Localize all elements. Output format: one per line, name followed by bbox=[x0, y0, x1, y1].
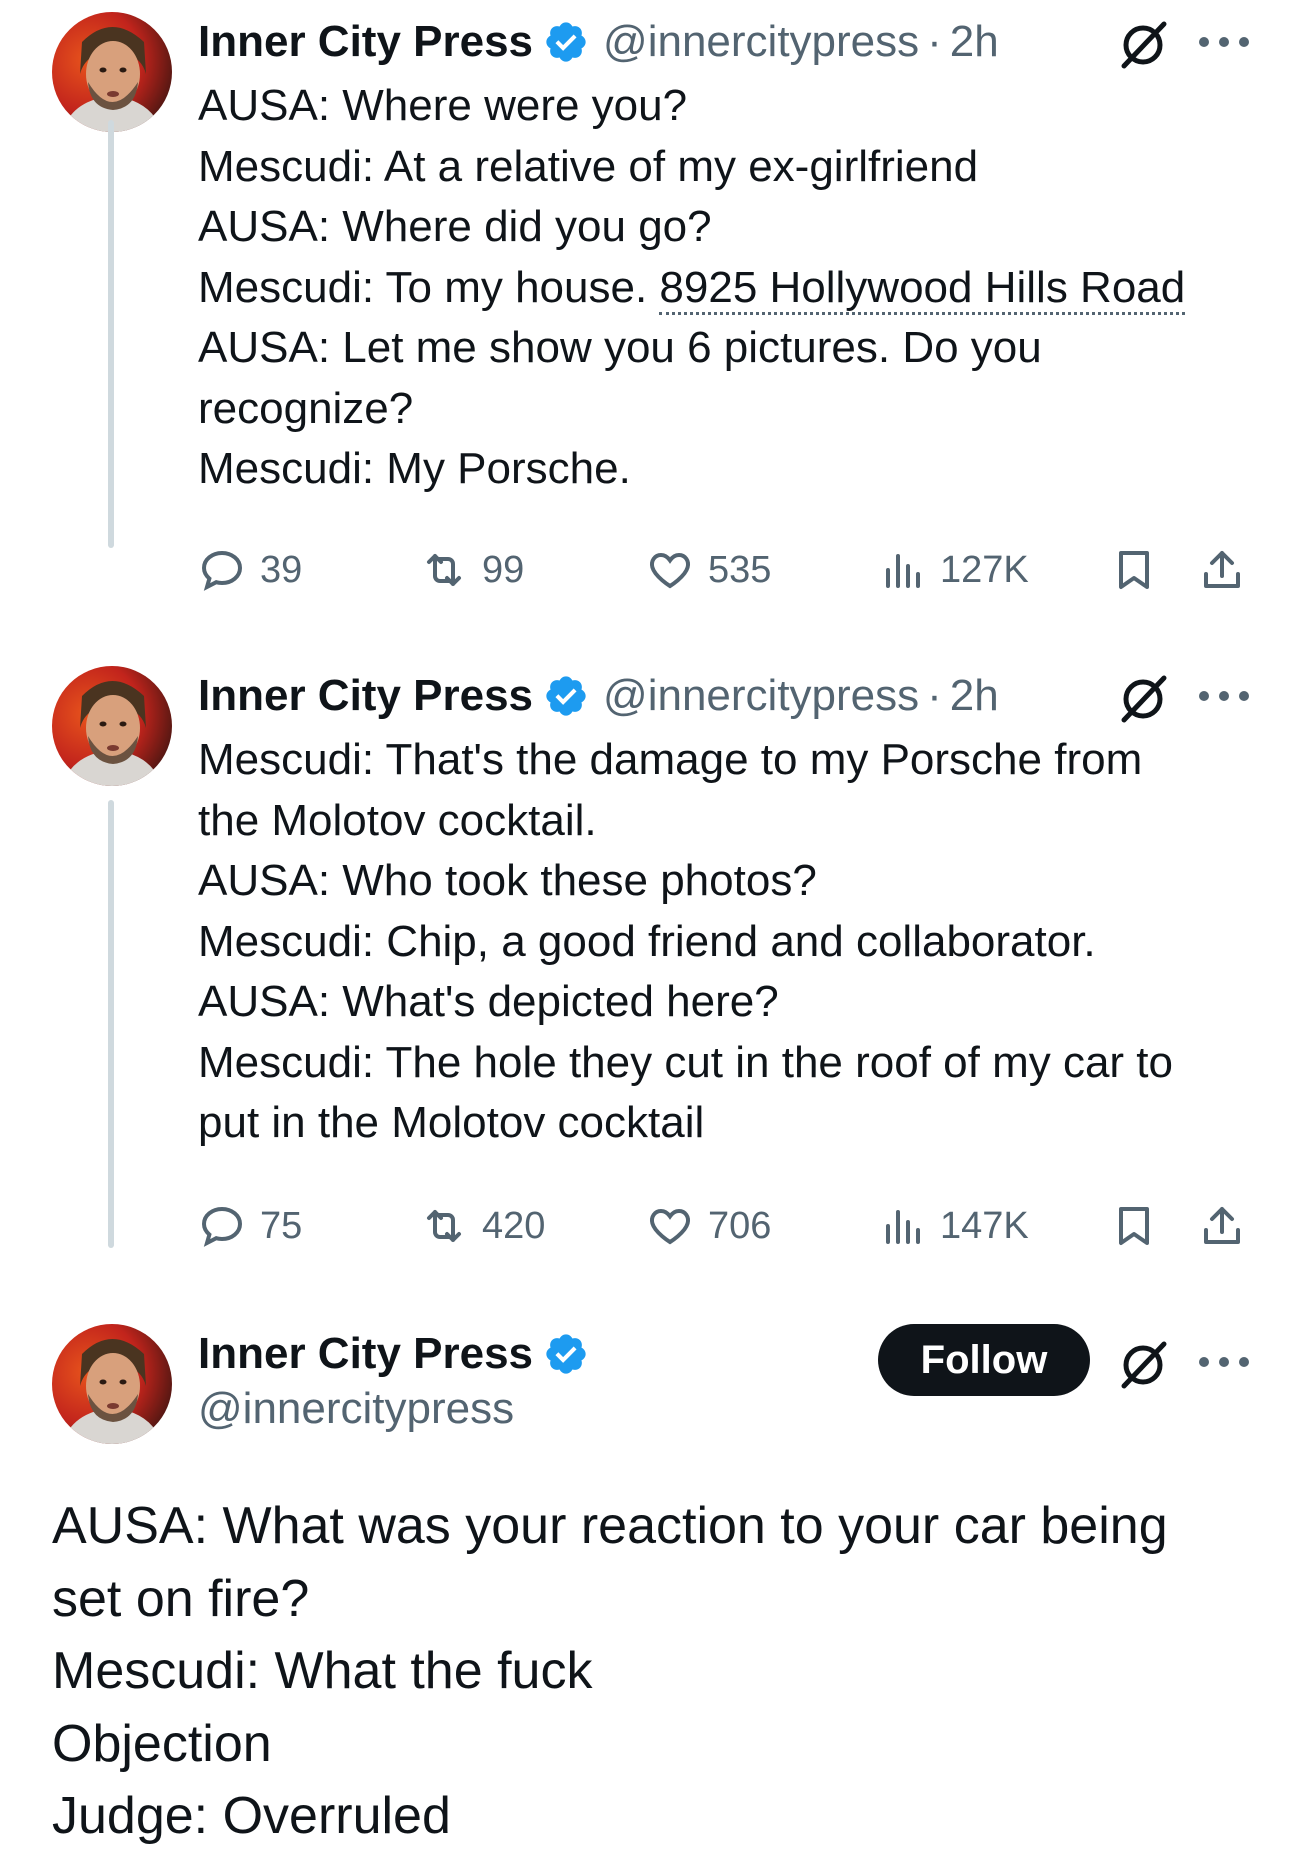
text-line: Mescudi: To my house. 8925 Hollywood Hil… bbox=[198, 258, 1186, 319]
main-tweet-text: AUSA: What was your reaction to your car… bbox=[52, 1490, 1168, 1853]
text-line: AUSA: What was your reaction to your car… bbox=[52, 1497, 1168, 1555]
view-count: 127K bbox=[940, 548, 1029, 591]
text-line: the Molotov cocktail. bbox=[198, 795, 597, 845]
separator-dot: · bbox=[927, 17, 942, 66]
thread-connector bbox=[108, 120, 114, 548]
more-options-icon[interactable] bbox=[1196, 32, 1252, 52]
share-icon bbox=[1204, 1207, 1240, 1244]
author-name[interactable]: Inner City Press bbox=[198, 17, 533, 67]
repost-icon bbox=[427, 554, 461, 586]
text-line: Mescudi: Chip, a good friend and collabo… bbox=[198, 916, 1096, 966]
text-line: set on fire? bbox=[52, 1569, 310, 1628]
author-handle[interactable]: @innercitypress bbox=[603, 17, 919, 67]
tweet-header: Inner City Press bbox=[198, 1324, 589, 1384]
share-button[interactable] bbox=[1198, 540, 1260, 600]
repost-count: 420 bbox=[482, 1204, 546, 1247]
text-segment: Mescudi: To my house. bbox=[198, 262, 660, 312]
more-options-icon[interactable] bbox=[1196, 1352, 1252, 1372]
bookmark-button[interactable] bbox=[1110, 540, 1172, 600]
grok-icon[interactable] bbox=[1116, 18, 1170, 72]
avatar[interactable] bbox=[52, 12, 172, 132]
grok-icon[interactable] bbox=[1116, 672, 1170, 726]
views-button[interactable]: 127K bbox=[878, 540, 1029, 600]
text-line: Mescudi: The hole they cut in the roof o… bbox=[198, 1037, 1174, 1087]
text-line: put in the Molotov cocktail bbox=[198, 1098, 705, 1147]
verified-badge-icon bbox=[543, 673, 589, 719]
text-line: AUSA: Where did you go? bbox=[198, 202, 712, 251]
text-line: AUSA: What's depicted here? bbox=[198, 977, 779, 1026]
verified-badge-icon bbox=[543, 19, 589, 65]
author-name[interactable]: Inner City Press bbox=[198, 671, 533, 721]
share-button[interactable] bbox=[1198, 1196, 1260, 1256]
heart-icon bbox=[650, 552, 690, 589]
reply-count: 39 bbox=[260, 548, 303, 591]
like-button[interactable]: 535 bbox=[646, 540, 771, 600]
like-count: 706 bbox=[708, 1204, 772, 1247]
reply-button[interactable]: 75 bbox=[198, 1196, 302, 1256]
avatar[interactable] bbox=[52, 666, 172, 786]
repost-count: 99 bbox=[482, 548, 525, 591]
more-options-icon[interactable] bbox=[1196, 686, 1252, 706]
author-handle[interactable]: @innercitypress bbox=[603, 671, 919, 721]
separator-dot: · bbox=[927, 671, 942, 720]
like-count: 535 bbox=[708, 548, 772, 591]
author-name[interactable]: Inner City Press bbox=[198, 1329, 533, 1379]
tweet-header: Inner City Press @innercitypress · 2h bbox=[198, 666, 999, 726]
analytics-icon bbox=[886, 1210, 920, 1244]
like-button[interactable]: 706 bbox=[646, 1196, 771, 1256]
text-line: Mescudi: That's the damage to my Porsche… bbox=[198, 735, 1143, 784]
text-line: recognize? bbox=[198, 383, 414, 433]
tweet-header: Inner City Press @innercitypress · 2h bbox=[198, 12, 999, 72]
repost-button[interactable]: 420 bbox=[420, 1196, 545, 1256]
text-line: AUSA: Who took these photos? bbox=[198, 856, 817, 905]
avatar[interactable] bbox=[52, 1324, 172, 1444]
timestamp[interactable]: 2h bbox=[950, 17, 999, 67]
reply-button[interactable]: 39 bbox=[198, 540, 302, 600]
text-line: AUSA: Where were you? bbox=[198, 81, 688, 130]
timestamp[interactable]: 2h bbox=[950, 671, 999, 721]
repost-icon bbox=[427, 1210, 461, 1242]
reply-icon bbox=[201, 550, 243, 591]
reply-count: 75 bbox=[260, 1204, 303, 1247]
bookmark-button[interactable] bbox=[1110, 1196, 1172, 1256]
tweet-text: Mescudi: That's the damage to my Porsche… bbox=[198, 730, 1173, 1154]
views-button[interactable]: 147K bbox=[878, 1196, 1029, 1256]
address-link[interactable]: 8925 Hollywood Hills Road bbox=[659, 262, 1186, 315]
reply-icon bbox=[201, 1206, 243, 1247]
view-count: 147K bbox=[940, 1204, 1029, 1247]
tweet-text: AUSA: Where were you? Mescudi: At a rela… bbox=[198, 76, 1186, 500]
tweet-actions: 39 99 535 127K bbox=[198, 540, 1248, 600]
heart-icon bbox=[650, 1208, 690, 1245]
text-line: Mescudi: What the fuck bbox=[52, 1642, 593, 1700]
grok-icon[interactable] bbox=[1116, 1338, 1170, 1392]
analytics-icon bbox=[886, 554, 920, 588]
thread-connector bbox=[108, 800, 114, 1248]
tweet-actions: 75 420 706 147K bbox=[198, 1196, 1248, 1256]
bookmark-icon bbox=[1119, 1207, 1149, 1245]
author-handle[interactable]: @innercitypress bbox=[198, 1384, 514, 1434]
bookmark-icon bbox=[1119, 551, 1149, 589]
text-line: Objection bbox=[52, 1714, 272, 1773]
text-line: Mescudi: At a relative of my ex-girlfrie… bbox=[198, 141, 979, 191]
verified-badge-icon bbox=[543, 1331, 589, 1377]
follow-button[interactable]: Follow bbox=[878, 1324, 1090, 1396]
text-line: Mescudi: My Porsche. bbox=[198, 444, 631, 493]
text-line: Judge: Overruled bbox=[52, 1787, 451, 1845]
share-icon bbox=[1204, 551, 1240, 588]
text-line: AUSA: Let me show you 6 pictures. Do you bbox=[198, 323, 1042, 372]
repost-button[interactable]: 99 bbox=[420, 540, 524, 600]
